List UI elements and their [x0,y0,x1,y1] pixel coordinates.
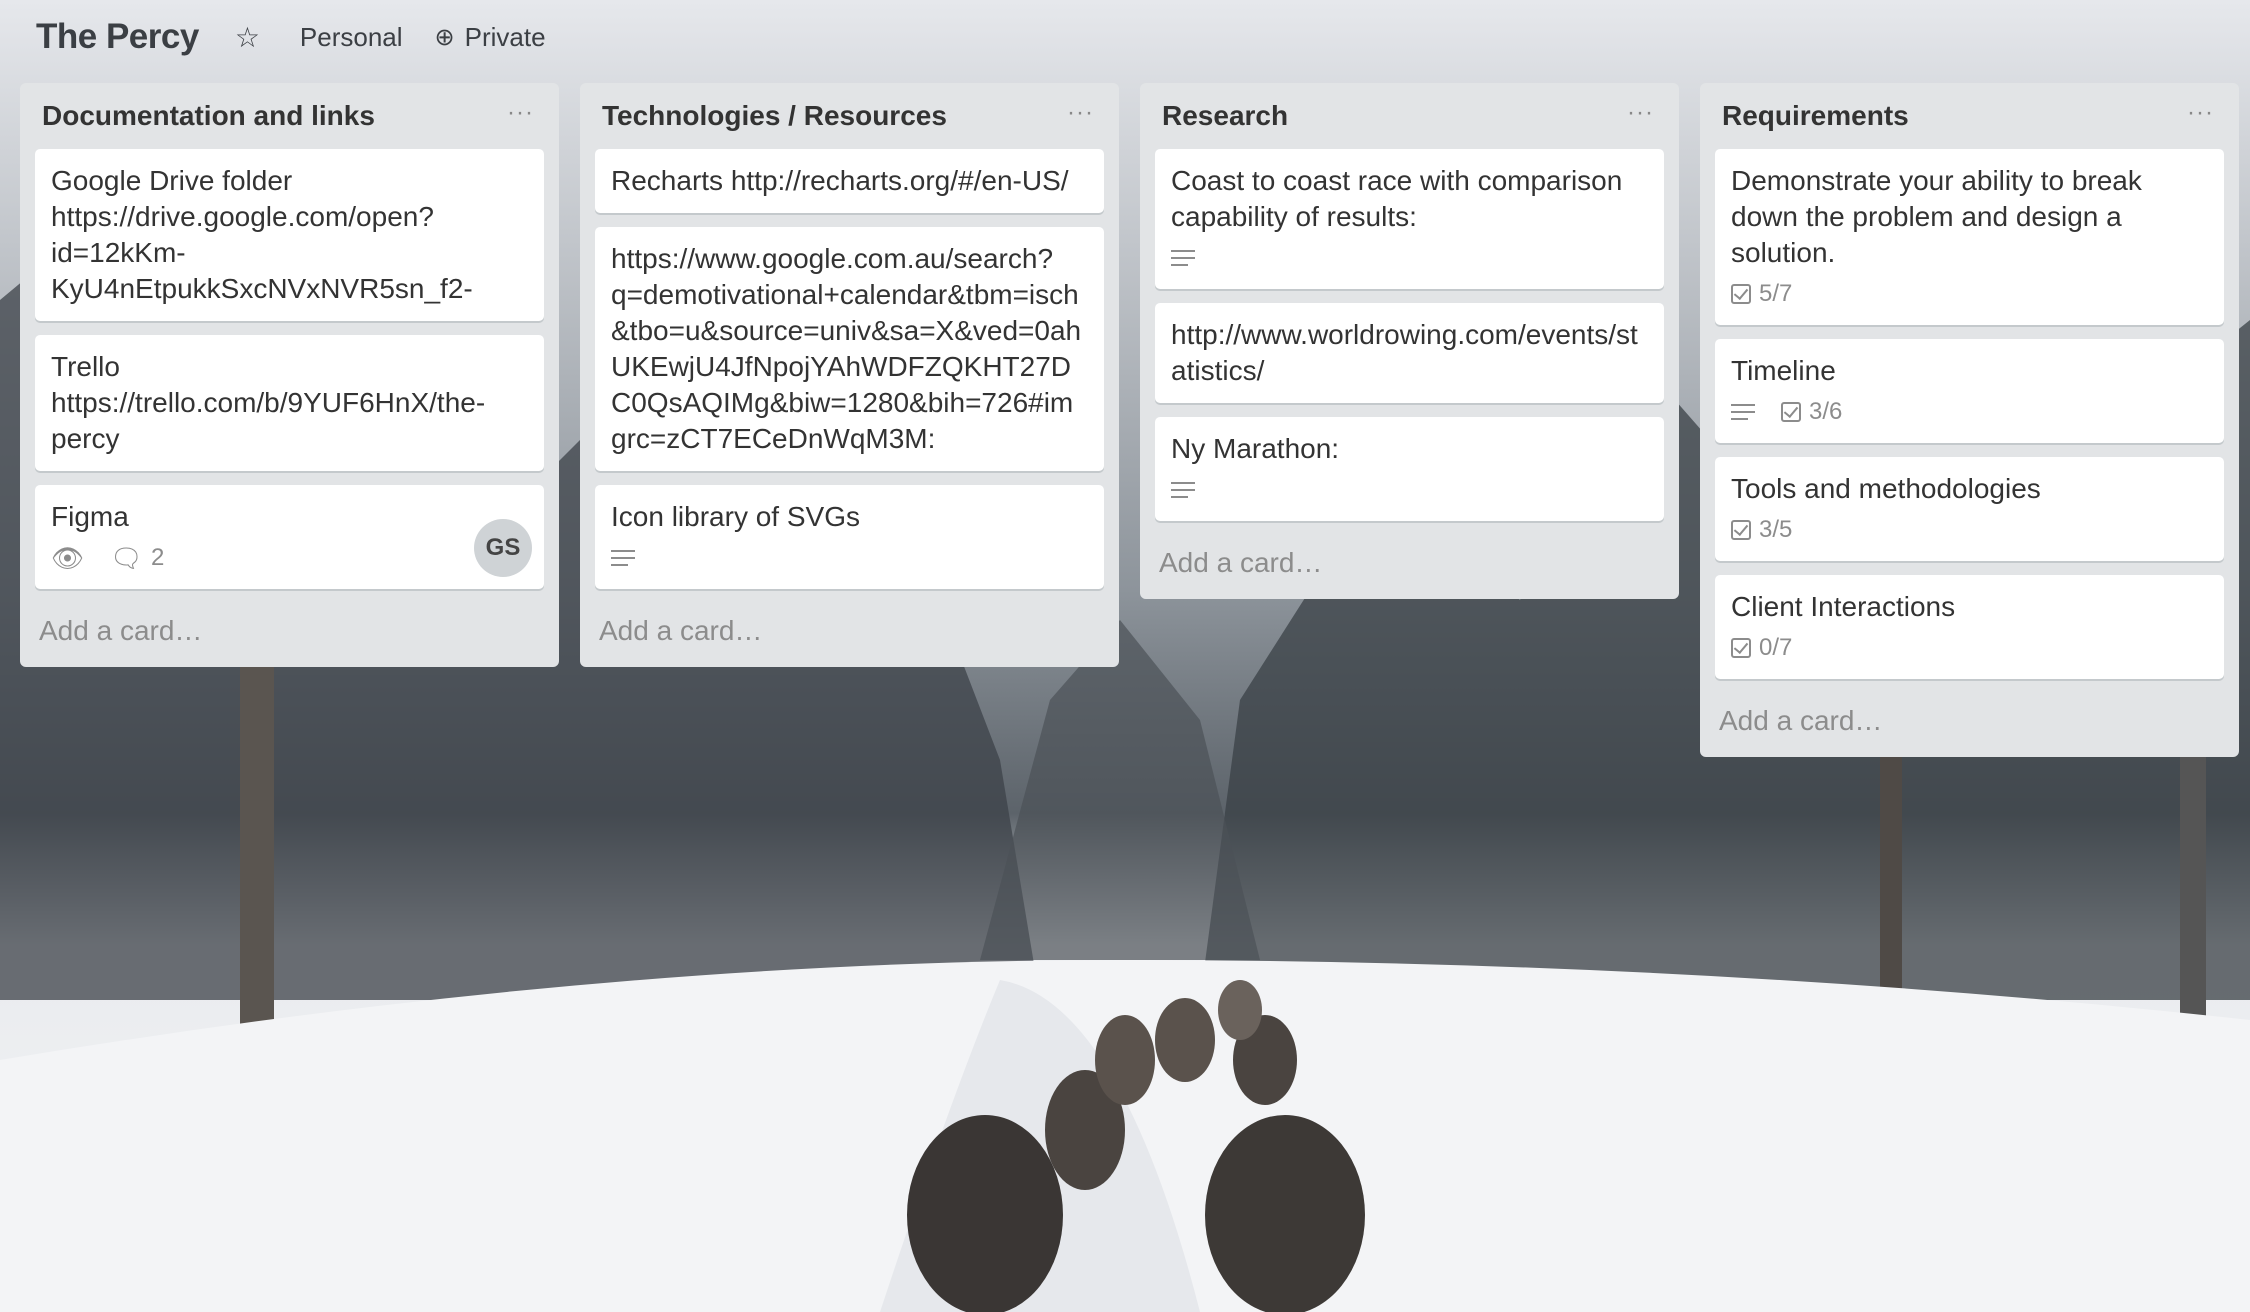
checklist-count: 5/7 [1759,280,1793,307]
list-header: Research ··· [1155,83,1664,149]
list-header: Requirements ··· [1715,83,2224,149]
list-title[interactable]: Requirements [1722,100,1909,132]
add-card-button[interactable]: Add a card… [1715,693,2224,743]
add-card-button[interactable]: Add a card… [595,603,1104,653]
list-research: Research ··· Coast to coast race with co… [1140,83,1679,599]
checkbox-icon [1731,520,1751,540]
checkbox-icon [1731,284,1751,304]
team-button[interactable]: Personal [300,22,403,53]
card-title: Demonstrate your ability to break down t… [1731,165,2142,268]
comment-icon: 🗨 [110,543,144,573]
card[interactable]: Figma 👁 🗨 2 GS [35,485,544,589]
checklist-badge: 0/7 [1731,630,1792,666]
list-documentation: Documentation and links ··· Google Drive… [20,83,559,667]
card-badges [1171,241,1648,275]
visibility-button[interactable]: ⊕ Private [435,22,546,53]
comment-count: 2 [151,544,165,571]
card[interactable]: Timeline 3/6 [1715,339,2224,443]
card-badges [611,541,1088,575]
list-header: Documentation and links ··· [35,83,544,149]
list-requirements: Requirements ··· Demonstrate your abilit… [1700,83,2239,757]
card-title: Recharts http://recharts.org/#/en-US/ [611,165,1069,196]
card-title: Ny Marathon: [1171,433,1340,464]
card-badges: 3/6 [1731,395,2208,429]
checklist-count: 0/7 [1759,634,1793,661]
card-title: Coast to coast race with comparison capa… [1171,165,1623,232]
eye-icon: 👁 [51,543,85,573]
card-title: Tools and methodologies [1731,473,2041,504]
list-menu-icon[interactable]: ··· [1067,99,1094,127]
card[interactable]: Demonstrate your ability to break down t… [1715,149,2224,325]
card-badges: 0/7 [1731,631,2208,665]
list-title[interactable]: Technologies / Resources [602,100,947,132]
add-card-button[interactable]: Add a card… [1155,535,1664,585]
description-icon [1731,399,1755,425]
card-title: Icon library of SVGs [611,501,860,532]
card-badges: 👁 🗨 2 [51,541,528,575]
description-icon [1171,245,1195,271]
card[interactable]: http://www.worldrowing.com/events/statis… [1155,303,1664,403]
card[interactable]: https://www.google.com.au/search?q=demot… [595,227,1104,471]
list-technologies: Technologies / Resources ··· Recharts ht… [580,83,1119,667]
card[interactable]: Icon library of SVGs [595,485,1104,589]
board-title[interactable]: The Percy [36,17,199,57]
checkbox-icon [1781,402,1801,422]
star-icon[interactable]: ☆ [235,21,260,54]
visibility-label: Private [464,21,546,52]
list-menu-icon[interactable]: ··· [507,99,534,127]
watch-badge: 👁 [51,540,84,576]
checklist-count: 3/6 [1809,398,1843,425]
comments-badge: 🗨 2 [110,540,164,576]
card[interactable]: Recharts http://recharts.org/#/en-US/ [595,149,1104,213]
checkbox-icon [1731,638,1751,658]
checklist-badge: 3/5 [1731,512,1792,548]
list-menu-icon[interactable]: ··· [2187,99,2214,127]
avatar[interactable]: GS [474,519,532,577]
card[interactable]: Tools and methodologies 3/5 [1715,457,2224,561]
card-title: Figma [51,501,129,532]
list-title[interactable]: Documentation and links [42,100,375,132]
card[interactable]: Coast to coast race with comparison capa… [1155,149,1664,289]
board-header: The Percy ☆ Personal ⊕ Private [0,0,2250,74]
checklist-count: 3/5 [1759,516,1793,543]
card[interactable]: Ny Marathon: [1155,417,1664,521]
card-badges [1171,473,1648,507]
card-title: Client Interactions [1731,591,1956,622]
card[interactable]: Trello https://trello.com/b/9YUF6HnX/the… [35,335,544,471]
card-title: Timeline [1731,355,1836,386]
card-title: https://www.google.com.au/search?q=demot… [611,243,1082,454]
checklist-badge: 5/7 [1731,276,1792,312]
card-title: Google Drive folder https://drive.google… [51,165,473,304]
list-menu-icon[interactable]: ··· [1627,99,1654,127]
add-card-button[interactable]: Add a card… [35,603,544,653]
card-title: http://www.worldrowing.com/events/statis… [1171,319,1638,386]
checklist-badge: 3/6 [1781,394,1842,430]
card[interactable]: Google Drive folder https://drive.google… [35,149,544,321]
card-title: Trello https://trello.com/b/9YUF6HnX/the… [51,351,486,454]
lock-icon: ⊕ [434,23,455,51]
description-icon [1171,477,1195,503]
card-badges: 3/5 [1731,513,2208,547]
team-label: Personal [299,21,403,52]
description-icon [611,545,635,571]
list-header: Technologies / Resources ··· [595,83,1104,149]
list-title[interactable]: Research [1162,100,1288,132]
card-badges: 5/7 [1731,277,2208,311]
card[interactable]: Client Interactions 0/7 [1715,575,2224,679]
